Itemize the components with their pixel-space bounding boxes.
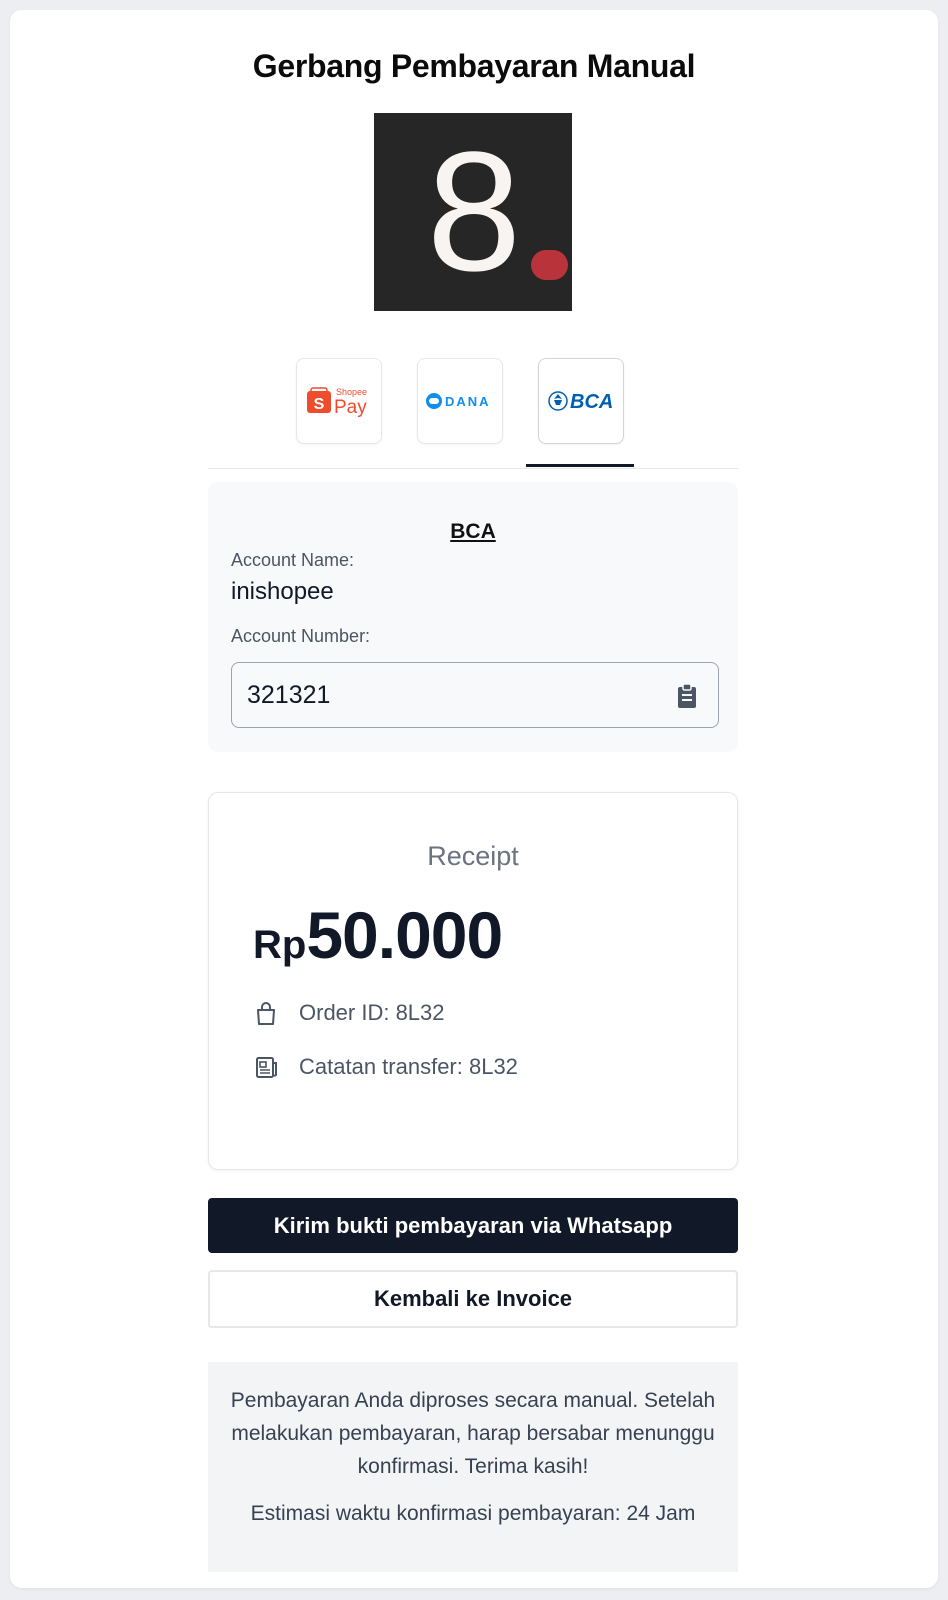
bank-title: BCA (450, 520, 496, 543)
processing-notice: Pembayaran Anda diproses secara manual. … (208, 1362, 738, 1572)
account-number-value: 321321 (247, 681, 331, 709)
svg-text:S: S (314, 396, 325, 413)
shopping-bag-icon (257, 1002, 275, 1025)
tab-shopeepay[interactable]: S Shopee Pay (296, 358, 382, 444)
bank-details: BCA Account Name: inishopee Account Numb… (208, 482, 738, 752)
svg-text:Pay: Pay (334, 397, 367, 417)
back-to-invoice-button[interactable]: Kembali ke Invoice (208, 1270, 738, 1328)
order-id-text: Order ID: 8L32 (299, 1000, 445, 1025)
tab-bca[interactable]: BCA (538, 358, 624, 444)
receipt-title: Receipt (427, 841, 519, 871)
transfer-note-text: Catatan transfer: 8L32 (299, 1054, 518, 1079)
svg-text:DANA: DANA (445, 394, 491, 409)
transfer-note-row: Catatan transfer: 8L32 (253, 1052, 518, 1082)
active-tab-indicator (526, 464, 634, 467)
tab-dana[interactable]: DANA (417, 358, 503, 444)
newspaper-icon (256, 1057, 277, 1078)
notice-message: Pembayaran Anda diproses secara manual. … (230, 1389, 716, 1478)
payment-amount: Rp50.000 (253, 897, 503, 973)
account-number-label: Account Number: (231, 626, 371, 646)
logo-dot (531, 250, 568, 280)
page-title: Gerbang Pembayaran Manual (252, 48, 696, 84)
account-name-label: Account Name: (231, 550, 355, 570)
shopeepay-logo-icon: S Shopee Pay (307, 387, 367, 417)
merchant-logo: 8 (374, 113, 572, 311)
payment-card: Gerbang Pembayaran Manual 8 S Shopee Pay… (10, 10, 938, 1588)
order-id-row: Order ID: 8L32 (253, 998, 445, 1028)
clipboard-icon[interactable] (676, 683, 698, 709)
send-whatsapp-proof-button[interactable]: Kirim bukti pembayaran via Whatsapp (208, 1198, 738, 1253)
svg-text:Shopee: Shopee (336, 387, 367, 397)
account-name-value: inishopee (231, 578, 334, 605)
svg-text:BCA: BCA (570, 391, 613, 413)
confirmation-estimate: Estimasi waktu konfirmasi pembayaran: 24… (250, 1502, 696, 1525)
amount-value: 50.000 (306, 898, 503, 972)
bca-logo-icon: BCA (548, 391, 613, 413)
dana-logo-icon: DANA (426, 393, 491, 409)
receipt-card: Receipt Rp50.000 Order ID: 8L32 Catatan … (208, 792, 738, 1170)
currency-label: Rp (253, 923, 307, 967)
account-number-field[interactable]: 321321 (231, 662, 719, 728)
payment-method-tabs: S Shopee Pay DANA BCA (208, 358, 738, 469)
